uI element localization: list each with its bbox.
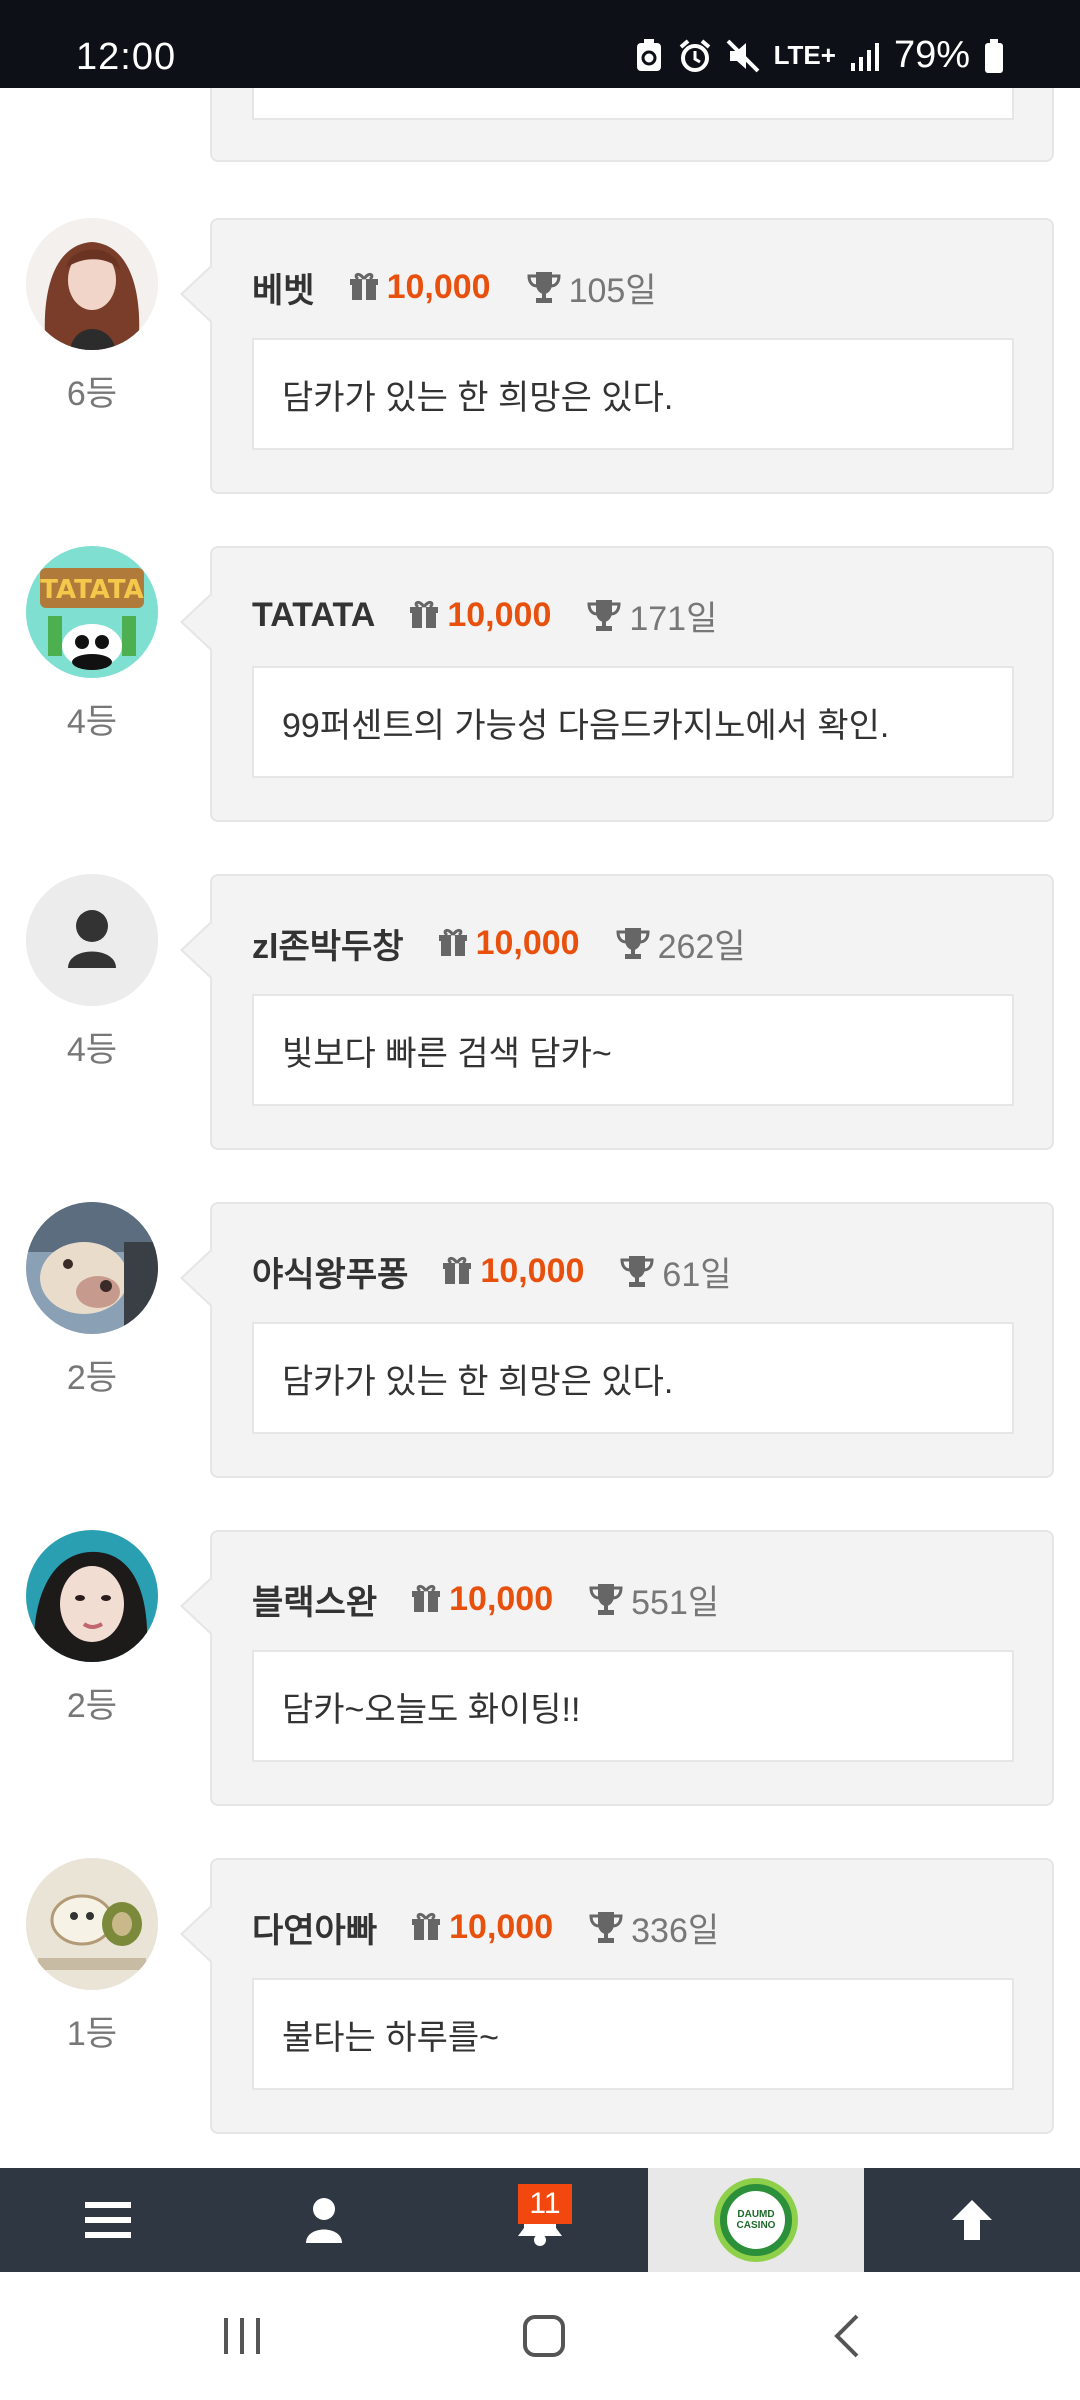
- rank-label: 4등: [66, 1031, 118, 1069]
- points-value: 10,000: [449, 1579, 554, 1618]
- avatar[interactable]: [26, 1530, 158, 1662]
- notifications-button[interactable]: 11: [432, 2168, 648, 2272]
- comment-bubble: 블랙스완 10,000 551일 담카~오늘도 화이팅!!: [180, 1530, 1054, 1806]
- comment-bubble: 베벳 10,000 105일 담카가 있는 한 희망은 있다.: [180, 218, 1054, 494]
- gift-icon: [438, 928, 467, 956]
- gift-icon: [412, 1912, 441, 1940]
- attendance-days: 61일: [662, 1255, 732, 1294]
- comment-meta: 블랙스완 10,000 551일: [252, 1572, 719, 1626]
- comment-bubble: TATATA 10,000 171일 99퍼센트의 가능성 다음드카지노에서 확…: [180, 546, 1054, 822]
- attendance-days: 262일: [657, 927, 746, 966]
- avatar[interactable]: [26, 874, 158, 1006]
- recent-apps-icon: [224, 2318, 260, 2354]
- mute-icon: [726, 39, 759, 72]
- avatar[interactable]: TATATA: [26, 546, 158, 678]
- home-icon: [523, 2315, 565, 2357]
- comment-bubble: 야식왕푸퐁 10,000 61일 담카가 있는 한 희망은 있다.: [180, 1202, 1054, 1478]
- daumd-casino-logo: DAUMD CASINO: [714, 2178, 798, 2262]
- comment-meta: 베벳 10,000 105일: [252, 260, 657, 314]
- comment-bubble: 다연아빠 10,000 336일 불타는 하루를~: [180, 1858, 1054, 2134]
- hamburger-menu-icon: [85, 2202, 131, 2238]
- network-label: LTE+: [773, 40, 836, 70]
- comment-entry: 6등 베벳 10,000 105일 담카가 있는 한 희망은 있다.: [0, 218, 1080, 496]
- signal-icon: [850, 42, 879, 71]
- gift-icon: [412, 1584, 441, 1612]
- bottom-nav: 11 DAUMD CASINO: [0, 2168, 1080, 2272]
- avatar[interactable]: [26, 1202, 158, 1334]
- comment-entry: 1등 다연아빠 10,000 336일 불타는 하루를~: [0, 1858, 1080, 2136]
- avatar[interactable]: [26, 218, 158, 350]
- rank-label: 4등: [66, 703, 118, 741]
- logo-text-line1: DAUMD: [737, 2209, 775, 2220]
- user-icon: [306, 2198, 342, 2243]
- points-value: 10,000: [475, 923, 580, 962]
- rank-label: 6등: [66, 375, 118, 413]
- status-bar: 12:00 LTE+ 79%: [0, 0, 1080, 88]
- points-value: 10,000: [386, 267, 491, 306]
- comment-text: 담카~오늘도 화이팅!!: [252, 1650, 1014, 1762]
- status-time: 12:00: [76, 36, 177, 78]
- attendance-days: 336일: [631, 1911, 720, 1950]
- comment-entry: 4등 zl존박두창 10,000 262일 빛보다 빠른 검색 담카~: [0, 874, 1080, 1152]
- attendance-days: 171일: [629, 599, 718, 638]
- comment-entry: 2등 블랙스완 10,000 551일 담카~오늘도 화이팅!!: [0, 1530, 1080, 1808]
- menu-button[interactable]: [0, 2168, 216, 2272]
- recent-apps-button[interactable]: [162, 2272, 322, 2400]
- trophy-icon: [589, 1584, 623, 1615]
- comment-entry: TATATA 4등 TATATA 10,000 171일 99퍼센트의 가능성 …: [0, 546, 1080, 824]
- points-value: 10,000: [480, 1251, 585, 1290]
- gift-icon: [443, 1256, 472, 1284]
- nickname[interactable]: 야식왕푸퐁: [252, 1247, 408, 1296]
- comment-meta: zl존박두창 10,000 262일: [252, 916, 746, 970]
- comment-entry: 2등 야식왕푸퐁 10,000 61일 담카가 있는 한 희망은 있다.: [0, 1202, 1080, 1480]
- comment-text: 99퍼센트의 가능성 다음드카지노에서 확인.: [252, 666, 1014, 778]
- trophy-icon: [620, 1256, 654, 1287]
- comment-meta: 야식왕푸퐁 10,000 61일: [252, 1244, 732, 1298]
- back-button[interactable]: [766, 2272, 926, 2400]
- attendance-comment-feed[interactable]: 6등 베벳 10,000 105일 담카가 있는 한 희망은 있다. TATAT…: [0, 88, 1080, 2168]
- comment-meta: TATATA 10,000 171일: [252, 588, 717, 642]
- points-value: 10,000: [449, 1907, 554, 1946]
- comment-text: 불타는 하루를~: [252, 1978, 1014, 2090]
- status-icons: LTE+ 79%: [634, 34, 1004, 77]
- svg-text:TATATA: TATATA: [40, 575, 143, 605]
- notification-badge: 11: [518, 2184, 572, 2224]
- battery-saver-icon: [636, 38, 661, 71]
- trophy-icon: [589, 1912, 623, 1943]
- comment-bubble: zl존박두창 10,000 262일 빛보다 빠른 검색 담카~: [180, 874, 1054, 1150]
- battery-percent: 79%: [893, 34, 970, 76]
- trophy-icon: [587, 600, 621, 631]
- arrow-up-icon: [952, 2200, 992, 2240]
- nickname[interactable]: zl존박두창: [252, 919, 404, 968]
- nickname[interactable]: 베벳: [252, 263, 315, 312]
- attendance-days: 105일: [568, 271, 657, 310]
- attendance-days: 551일: [631, 1583, 720, 1622]
- system-nav-bar: [0, 2272, 1080, 2400]
- points-value: 10,000: [447, 595, 552, 634]
- alarm-icon: [679, 38, 710, 72]
- trophy-icon: [527, 272, 561, 303]
- comment-text: 담카가 있는 한 희망은 있다.: [252, 1322, 1014, 1434]
- nickname[interactable]: TATATA: [252, 596, 375, 635]
- nickname[interactable]: 블랙스완: [252, 1575, 377, 1624]
- comment-meta: 다연아빠 10,000 336일: [252, 1900, 719, 1954]
- avatar[interactable]: [26, 1858, 158, 1990]
- back-icon: [834, 2314, 859, 2358]
- gift-icon: [410, 600, 439, 628]
- comment-text: 빛보다 빠른 검색 담카~: [252, 994, 1014, 1106]
- battery-icon: [985, 38, 1003, 73]
- previous-comment-card: [210, 88, 1054, 162]
- rank-label: 2등: [66, 1359, 118, 1397]
- trophy-icon: [616, 928, 650, 959]
- home-button[interactable]: [464, 2272, 624, 2400]
- nickname[interactable]: 다연아빠: [252, 1903, 377, 1952]
- home-logo-button[interactable]: DAUMD CASINO: [648, 2168, 864, 2272]
- gift-icon: [349, 272, 378, 300]
- profile-button[interactable]: [216, 2168, 432, 2272]
- rank-label: 2등: [66, 1687, 118, 1725]
- rank-label: 1등: [66, 2015, 118, 2053]
- logo-text-line2: CASINO: [736, 2220, 776, 2231]
- comment-text: 담카가 있는 한 희망은 있다.: [252, 338, 1014, 450]
- scroll-top-button[interactable]: [864, 2168, 1080, 2272]
